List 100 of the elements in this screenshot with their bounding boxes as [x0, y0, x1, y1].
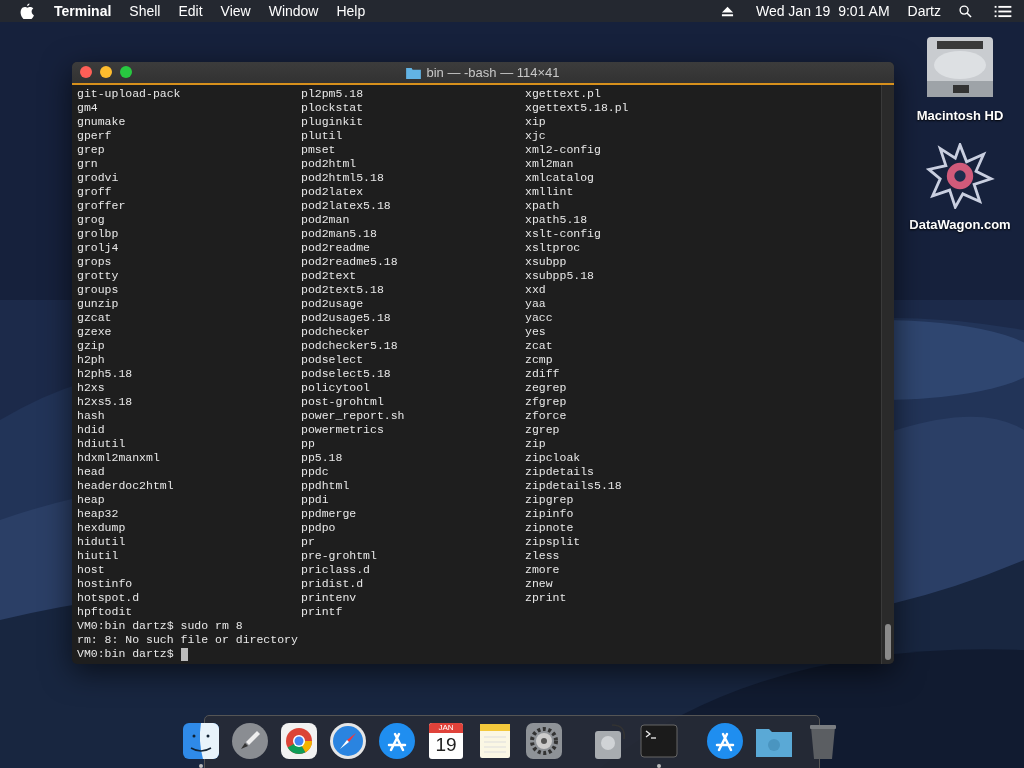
app-store-icon[interactable]: [705, 721, 745, 761]
zoom-button[interactable]: [120, 66, 132, 78]
file-name: pluginkit: [301, 115, 365, 129]
file-name: xml2-config: [525, 143, 602, 157]
file-name: xsltproc: [525, 241, 582, 255]
file-name: zipinfo: [525, 507, 575, 521]
file-name: zgrep: [525, 423, 561, 437]
file-name: git-upload-pack: [77, 87, 182, 101]
star-pattern-icon[interactable]: [925, 143, 995, 209]
menu-clock[interactable]: Wed Jan 19 9:01 AM: [755, 3, 890, 19]
file-name: grolj4: [77, 241, 120, 255]
file-name: pod2readme: [301, 241, 371, 255]
file-name: hexdump: [77, 521, 127, 535]
file-name: h2ph: [77, 353, 106, 367]
file-name: hidutil: [77, 535, 127, 549]
file-name: plockstat: [301, 101, 365, 115]
folder-icon: [406, 66, 422, 79]
file-name: pod2readme5.18: [301, 255, 399, 269]
file-name: hdxml2manxml: [77, 451, 161, 465]
finder-icon[interactable]: [181, 721, 221, 761]
file-name: pmset: [301, 143, 337, 157]
file-name: gzexe: [77, 325, 113, 339]
file-name: xgettext.pl: [525, 87, 602, 101]
file-name: pod2man5.18: [301, 227, 378, 241]
file-name: xsubpp: [525, 255, 568, 269]
file-name: pod2html: [301, 157, 358, 171]
file-name: zforce: [525, 409, 568, 423]
file-name: zipdetails5.18: [525, 479, 623, 493]
file-name: printenv: [301, 591, 358, 605]
apple-icon[interactable]: [20, 3, 34, 19]
file-name: ppdc: [301, 465, 330, 479]
file-name: heap32: [77, 507, 120, 521]
file-name: grog: [77, 213, 106, 227]
file-name: hdid: [77, 423, 106, 437]
file-name: zipgrep: [525, 493, 575, 507]
file-name: plutil: [301, 129, 344, 143]
file-name: pre-grohtml: [301, 549, 378, 563]
menu-item[interactable]: View: [220, 3, 251, 19]
file-name: pl2pm5.18: [301, 87, 365, 101]
scroll-bar[interactable]: [881, 85, 894, 664]
hard-drive-icon[interactable]: [925, 34, 995, 100]
file-name: xmlcatalog: [525, 171, 595, 185]
search-icon[interactable]: [959, 4, 972, 18]
file-name: zipnote: [525, 521, 575, 535]
file-name: hotspot.d: [77, 591, 141, 605]
file-name: pod2latex: [301, 185, 365, 199]
file-name: zipsplit: [525, 535, 582, 549]
file-name: gm4: [77, 101, 99, 115]
list-icon[interactable]: [994, 4, 1012, 18]
eject-icon[interactable]: [720, 4, 734, 18]
file-name: zip: [525, 437, 547, 451]
file-name: zprint: [525, 591, 568, 605]
file-name: heap: [77, 493, 106, 507]
compass-icon[interactable]: [328, 721, 368, 761]
app-menu[interactable]: Terminal: [54, 3, 112, 19]
file-name: grops: [77, 255, 113, 269]
file-name: zcat: [525, 339, 554, 353]
file-name: ppdhtml: [301, 479, 351, 493]
file-name: grn: [77, 157, 99, 171]
app-store-icon[interactable]: [377, 721, 417, 761]
file-name: pp5.18: [301, 451, 344, 465]
menu-item[interactable]: Window: [268, 3, 319, 19]
file-name: yaa: [525, 297, 547, 311]
file-name: pod2latex5.18: [301, 199, 392, 213]
gear-icon[interactable]: [524, 721, 564, 761]
file-name: hpftodit: [77, 605, 134, 619]
file-name: grodvi: [77, 171, 120, 185]
file-name: head: [77, 465, 106, 479]
terminal-icon[interactable]: [639, 721, 679, 761]
file-name: ppdpo: [301, 521, 337, 535]
file-name: h2xs5.18: [77, 395, 134, 409]
file-name: gzcat: [77, 311, 113, 325]
file-name: power_report.sh: [301, 409, 406, 423]
file-name: xgettext5.18.pl: [525, 101, 630, 115]
file-name: gunzip: [77, 297, 120, 311]
file-name: xmllint: [525, 185, 575, 199]
file-name: hiutil: [77, 549, 120, 563]
file-name: grolbp: [77, 227, 120, 241]
file-name: pod2html5.18: [301, 171, 385, 185]
calendar-icon[interactable]: JAN 19: [429, 723, 463, 759]
file-name: printf: [301, 605, 344, 619]
minimize-button[interactable]: [100, 66, 112, 78]
close-button[interactable]: [80, 66, 92, 78]
file-name: zdiff: [525, 367, 561, 381]
user-name[interactable]: Dartz: [907, 3, 941, 19]
window-title: bin — -bash — 114×41: [426, 65, 560, 80]
file-name: podchecker: [301, 325, 371, 339]
file-name: host: [77, 563, 106, 577]
file-name: ppdi: [301, 493, 330, 507]
file-name: h2xs: [77, 381, 106, 395]
menu-item[interactable]: Edit: [178, 3, 203, 19]
menu-item[interactable]: Help: [336, 3, 366, 19]
file-name: xpath: [525, 199, 561, 213]
file-name: xxd: [525, 283, 547, 297]
file-name: pod2text5.18: [301, 283, 385, 297]
browser-icon[interactable]: [279, 721, 319, 761]
file-name: zless: [525, 549, 561, 563]
terminal-line: rm: 8: No such file or directory: [77, 633, 298, 647]
menu-item[interactable]: Shell: [129, 3, 161, 19]
file-name: xpath5.18: [525, 213, 589, 227]
